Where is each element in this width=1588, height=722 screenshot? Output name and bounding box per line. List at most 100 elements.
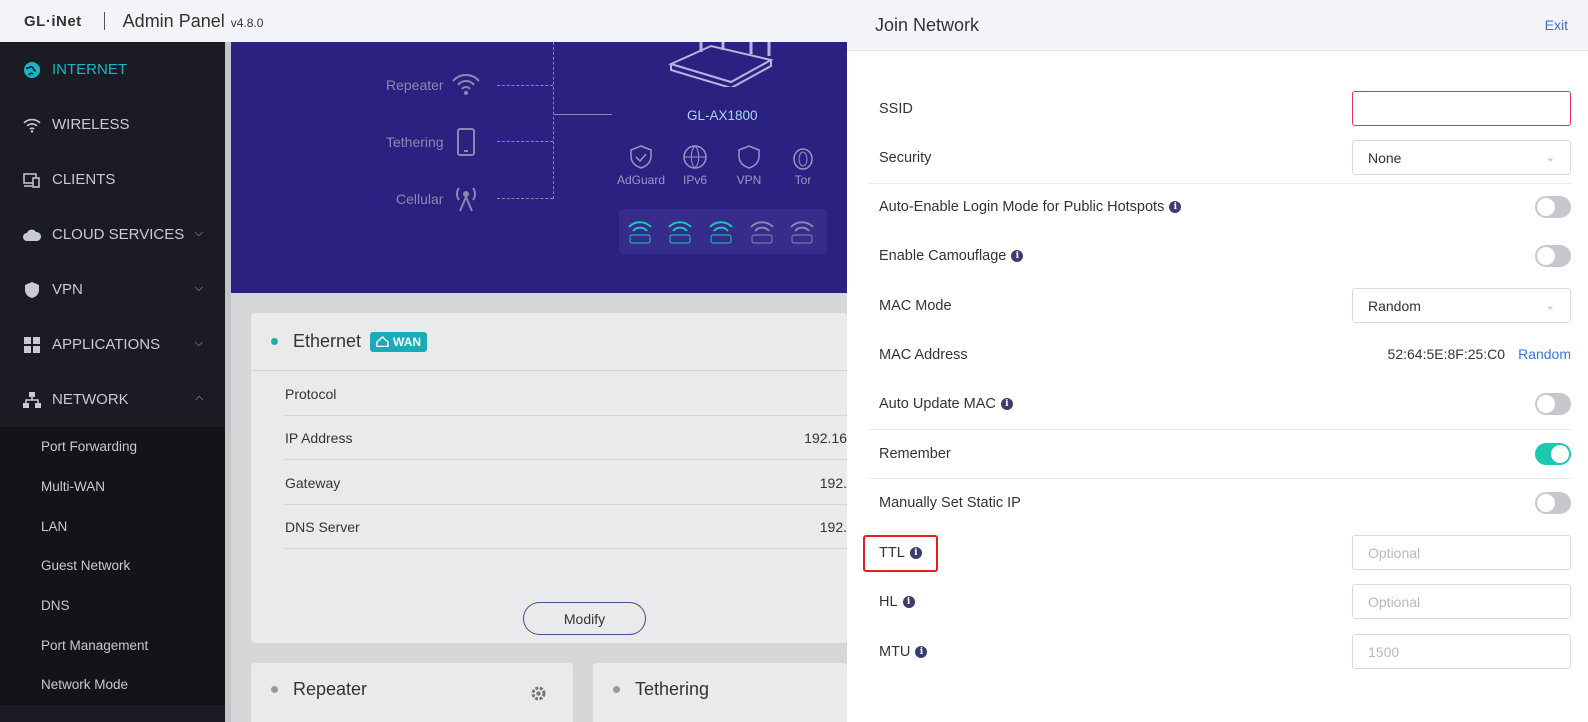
info-icon[interactable]: i <box>915 645 928 658</box>
auto-update-mac-row: Auto Update MAC i <box>869 393 1571 415</box>
status-dot <box>271 686 278 693</box>
subnav-guest-network[interactable]: Guest Network <box>0 546 225 586</box>
chevron-down-icon: ⌄ <box>1545 300 1555 312</box>
mac-address-label: MAC Address <box>879 346 968 363</box>
wifi-bands-panel <box>619 209 827 254</box>
sidebar-item-network[interactable]: NETWORK ⌵ <box>0 372 225 427</box>
security-label: Security <box>879 149 932 166</box>
card-title: Tethering <box>635 679 710 699</box>
join-network-panel: Join Network Exit SSID Security None ⌄ Au… <box>847 0 1588 722</box>
subnav-port-forwarding[interactable]: Port Forwarding <box>0 427 225 467</box>
divider <box>869 183 1571 184</box>
subnav-dns[interactable]: DNS <box>0 586 225 626</box>
info-icon[interactable]: i <box>1000 398 1013 410</box>
subnav-lan[interactable]: LAN <box>0 506 225 546</box>
home-icon <box>376 336 389 347</box>
static-ip-row: Manually Set Static IP <box>869 492 1571 514</box>
info-icon[interactable]: i <box>1169 201 1182 213</box>
ssid-input[interactable] <box>1352 91 1571 126</box>
mtu-row: MTU i <box>869 634 1571 669</box>
static-ip-toggle[interactable] <box>1535 492 1571 514</box>
info-row-ip-address: IP Address 192.16 <box>285 416 847 460</box>
header-divider <box>103 12 105 30</box>
wifi-24g-guest-icon[interactable] <box>789 219 815 245</box>
chevron-down-icon: ⌵ <box>194 337 203 349</box>
info-icon[interactable]: i <box>902 595 915 608</box>
tethering-card: Tethering <box>593 663 847 722</box>
chevron-down-icon: ⌄ <box>1545 152 1555 164</box>
feature-adguard[interactable]: AdGuard <box>616 144 666 187</box>
ethernet-card: Ethernet WAN Protocol IP Address 192.16 G… <box>251 313 847 643</box>
wifi-5g-icon[interactable] <box>627 219 653 245</box>
subnav-port-management[interactable]: Port Management <box>0 625 225 665</box>
feature-vpn[interactable]: VPN <box>733 144 765 187</box>
feature-tor[interactable]: Tor <box>789 144 817 187</box>
remember-row: Remember <box>869 443 1571 465</box>
sidebar-item-label: NETWORK <box>52 391 129 408</box>
chevron-down-icon: ⌵ <box>194 282 203 294</box>
random-mac-button[interactable]: Random <box>1518 346 1571 362</box>
wifi-24g-icon[interactable] <box>708 219 734 245</box>
static-ip-label: Manually Set Static IP <box>879 495 1021 511</box>
phone-icon <box>457 128 475 156</box>
divider <box>869 429 1571 430</box>
exit-button[interactable]: Exit <box>1545 17 1568 33</box>
hl-input[interactable] <box>1352 584 1571 619</box>
apps-icon <box>22 335 42 355</box>
mac-address-value: 52:64:5E:8F:25:C0 <box>1387 346 1506 362</box>
auto-login-toggle[interactable] <box>1535 196 1571 218</box>
sidebar-item-clients[interactable]: CLIENTS <box>0 152 225 207</box>
sidebar-item-cloud-services[interactable]: CLOUD SERVICES ⌵ <box>0 207 225 262</box>
modify-button[interactable]: Modify <box>523 602 646 635</box>
subnav-network-mode[interactable]: Network Mode <box>0 665 225 705</box>
subnav-multi-wan[interactable]: Multi-WAN <box>0 467 225 507</box>
sidebar-item-wireless[interactable]: WIRELESS <box>0 97 225 152</box>
mac-mode-row: MAC Mode Random ⌄ <box>869 288 1571 323</box>
hl-row: HL i <box>869 584 1571 619</box>
repeater-card: Repeater <box>251 663 573 722</box>
sidebar-item-internet[interactable]: INTERNET <box>0 42 225 97</box>
sidebar-item-label: VPN <box>52 281 83 298</box>
sidebar-item-label: WIRELESS <box>52 116 130 133</box>
security-select[interactable]: None ⌄ <box>1352 140 1571 175</box>
auto-login-label: Auto-Enable Login Mode for Public Hotspo… <box>879 199 1165 215</box>
globe-icon <box>22 60 42 80</box>
sidebar: INTERNET WIRELESS CLIENTS CLOUD SERVICES… <box>0 42 225 722</box>
mode-label-tethering[interactable]: Tethering <box>386 134 444 150</box>
sidebar-item-applications[interactable]: APPLICATIONS ⌵ <box>0 317 225 372</box>
status-dot <box>271 338 278 345</box>
ttl-row: TTL i <box>869 535 1571 570</box>
auto-update-mac-label: Auto Update MAC <box>879 396 996 412</box>
panel-header: Join Network Exit <box>847 0 1588 51</box>
auto-update-mac-toggle[interactable] <box>1535 393 1571 415</box>
info-row-dns-server: DNS Server 192. <box>285 505 847 549</box>
camouflage-row: Enable Camouflage i <box>869 245 1571 267</box>
sidebar-item-vpn[interactable]: VPN ⌵ <box>0 262 225 317</box>
remember-label: Remember <box>879 446 951 462</box>
feature-ipv6[interactable]: IPv6 <box>677 144 713 187</box>
info-row-protocol: Protocol <box>285 372 847 416</box>
mode-label-cellular[interactable]: Cellular <box>396 191 443 207</box>
hl-label: HL <box>879 593 898 610</box>
camouflage-label: Enable Camouflage <box>879 248 1007 264</box>
adguard-icon <box>630 145 652 169</box>
wifi-5g-icon[interactable] <box>667 219 693 245</box>
wifi-5g-guest-icon[interactable] <box>749 219 775 245</box>
brand-logo: GL·iNet <box>24 12 82 30</box>
mac-mode-select[interactable]: Random ⌄ <box>1352 288 1571 323</box>
remember-toggle[interactable] <box>1535 443 1571 465</box>
network-icon <box>22 390 42 410</box>
wifi-icon <box>452 74 480 95</box>
card-title: Ethernet <box>293 331 362 351</box>
sidebar-item-label: APPLICATIONS <box>52 336 161 353</box>
mtu-label: MTU <box>879 643 911 660</box>
devices-icon <box>22 170 42 190</box>
info-icon[interactable]: i <box>1011 250 1024 262</box>
mtu-input[interactable] <box>1352 634 1571 669</box>
camouflage-toggle[interactable] <box>1535 245 1571 267</box>
router-image <box>668 42 774 87</box>
auto-login-row: Auto-Enable Login Mode for Public Hotspo… <box>869 196 1571 218</box>
gear-icon[interactable] <box>530 685 547 702</box>
mode-label-repeater[interactable]: Repeater <box>386 77 444 93</box>
ttl-input[interactable] <box>1352 535 1571 570</box>
